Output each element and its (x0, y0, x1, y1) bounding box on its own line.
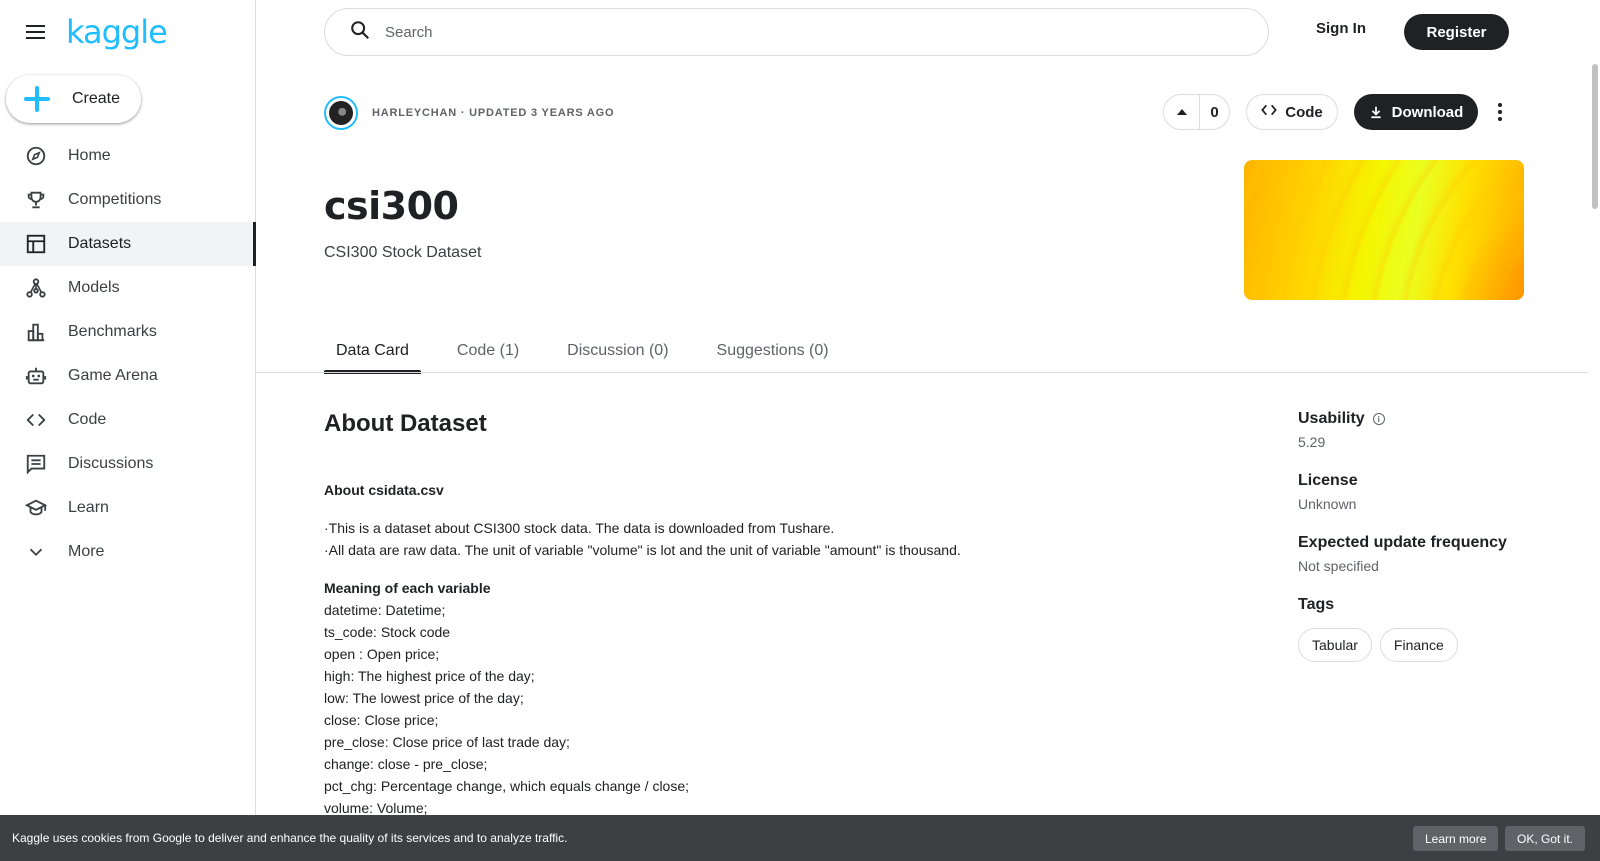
variable-line: change: close - pre_close; (324, 756, 488, 772)
info-icon[interactable]: i (1372, 413, 1385, 425)
search-input[interactable] (385, 23, 1185, 41)
dataset-subtitle: CSI300 Stock Dataset (324, 244, 482, 261)
vote-widget: 0 (1163, 94, 1230, 130)
code-icon (1261, 103, 1278, 121)
sidebar-item-label: Datasets (68, 235, 132, 252)
dataset-title: csi300 (324, 184, 459, 228)
sidebar-item-models[interactable]: Models (0, 266, 256, 310)
ok-got-it-button[interactable]: OK, Got it. (1505, 826, 1586, 851)
variable-line: pre_close: Close price of last trade day… (324, 734, 570, 750)
register-button[interactable]: Register (1404, 14, 1509, 50)
tag-list: Tabular Finance (1298, 628, 1538, 662)
license-heading: License (1298, 472, 1358, 489)
table-icon (24, 232, 48, 256)
dataset-tabs: Data Card Code (1) Discussion (0) Sugges… (324, 330, 865, 374)
code-button[interactable]: Code (1246, 94, 1338, 130)
variable-line: open : Open price; (324, 646, 440, 662)
scrollbar[interactable] (1592, 64, 1598, 209)
usability-label: Usability (1298, 410, 1365, 427)
download-icon (1369, 105, 1383, 119)
tag-chip[interactable]: Finance (1379, 628, 1458, 662)
upvote-button[interactable] (1164, 95, 1200, 129)
avatar-image (329, 101, 353, 125)
update-frequency-heading: Expected update frequency (1298, 534, 1507, 551)
sidebar-item-more[interactable]: More (0, 530, 256, 574)
comment-icon (24, 452, 48, 476)
sidebar-item-game-arena[interactable]: Game Arena (0, 354, 256, 398)
tab-discussion[interactable]: Discussion (0) (555, 330, 680, 372)
sidebar-item-home[interactable]: Home (0, 134, 256, 178)
variable-line: datetime: Datetime; (324, 602, 446, 618)
variable-line: low: The lowest price of the day; (324, 690, 524, 706)
learn-more-button[interactable]: Learn more (1413, 826, 1499, 851)
usability-value: 5.29 (1298, 434, 1326, 450)
sidebar-top: kaggle (0, 0, 255, 64)
variable-line: pct_chg: Percentage change, which equals… (324, 778, 690, 794)
license-value: Unknown (1298, 496, 1357, 512)
trophy-icon (24, 188, 48, 212)
code-icon (24, 408, 48, 432)
tab-divider (256, 372, 1588, 373)
cookie-banner: Kaggle uses cookies from Google to deliv… (0, 815, 1600, 861)
tag-chip[interactable]: Tabular (1298, 628, 1372, 662)
chevron-down-icon (24, 540, 48, 564)
compass-icon (24, 144, 48, 168)
download-button-label: Download (1391, 103, 1464, 121)
cookie-text: Kaggle uses cookies from Google to deliv… (12, 831, 568, 845)
update-frequency-value: Not specified (1298, 558, 1379, 574)
search-bar[interactable] (324, 8, 1269, 56)
sidebar-item-label: Discussions (68, 455, 154, 472)
tab-data-card[interactable]: Data Card (324, 330, 421, 374)
sidebar-item-label: Benchmarks (68, 323, 157, 340)
robot-icon (24, 364, 48, 388)
about-dataset-heading: About Dataset (324, 410, 487, 437)
sidebar-item-label: Learn (68, 499, 109, 516)
sidebar-item-discussions[interactable]: Discussions (0, 442, 256, 486)
dataset-cover-image (1244, 160, 1524, 300)
sidebar-item-label: Code (68, 411, 107, 428)
sign-in-button[interactable]: Sign In (1316, 20, 1366, 37)
description-line: ·This is a dataset about CSI300 stock da… (324, 520, 835, 536)
variable-line: high: The highest price of the day; (324, 668, 535, 684)
sidebar: kaggle Create Home Competitions Datasets (0, 0, 256, 861)
sidebar-item-label: Competitions (68, 191, 162, 208)
more-options-icon[interactable] (1495, 100, 1505, 124)
avatar[interactable] (324, 96, 358, 130)
sidebar-nav: Home Competitions Datasets Models Benchm… (0, 134, 256, 574)
dataset-description: About csidata.csv ·This is a dataset abo… (324, 479, 1204, 819)
caret-up-icon (1176, 109, 1187, 115)
vote-count: 0 (1210, 103, 1219, 121)
tab-code[interactable]: Code (1) (445, 330, 531, 372)
code-button-label: Code (1285, 103, 1323, 121)
file-heading: About csidata.csv (324, 482, 444, 498)
sidebar-item-label: Game Arena (68, 367, 158, 384)
hamburger-menu-icon[interactable] (24, 20, 48, 44)
sidebar-item-learn[interactable]: Learn (0, 486, 256, 530)
sidebar-item-label: Models (68, 279, 120, 296)
plus-icon (24, 86, 50, 112)
tab-suggestions[interactable]: Suggestions (0) (705, 330, 841, 372)
create-label: Create (72, 90, 121, 107)
description-line: ·All data are raw data. The unit of vari… (324, 542, 961, 558)
usability-heading: Usability i (1298, 410, 1538, 428)
sidebar-item-code[interactable]: Code (0, 398, 256, 442)
download-button[interactable]: Download (1354, 94, 1478, 130)
sidebar-item-datasets[interactable]: Datasets (0, 222, 256, 266)
variables-heading: Meaning of each variable (324, 580, 491, 596)
bar-chart-icon (24, 320, 48, 344)
variable-line: close: Close price; (324, 712, 439, 728)
kaggle-logo[interactable]: kaggle (66, 13, 168, 51)
dataset-meta: HARLEYCHAN · UPDATED 3 YEARS AGO (372, 107, 615, 119)
sidebar-item-benchmarks[interactable]: Benchmarks (0, 310, 256, 354)
sidebar-item-competitions[interactable]: Competitions (0, 178, 256, 222)
variable-line: ts_code: Stock code (324, 624, 451, 640)
sidebar-item-label: Home (68, 147, 111, 164)
dataset-sidebar-info: Usability i 5.29 License Unknown Expecte… (1298, 410, 1538, 662)
tags-heading: Tags (1298, 596, 1335, 613)
create-button[interactable]: Create (6, 75, 141, 123)
sidebar-item-label: More (68, 543, 105, 560)
graduation-cap-icon (24, 496, 48, 520)
models-icon (24, 276, 48, 300)
search-icon (349, 19, 371, 46)
